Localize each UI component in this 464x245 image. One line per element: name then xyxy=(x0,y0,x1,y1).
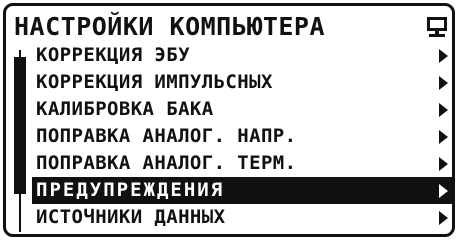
menu-item-label: ПОПРАВКА АНАЛОГ. ТЕРМ. xyxy=(36,152,297,174)
title-bar: НАСТРОЙКИ КОМПЬЮТЕРА xyxy=(10,12,450,42)
lcd-screen: НАСТРОЙКИ КОМПЬЮТЕРА КОРРЕКЦИЯ ЭБУ КОРРЕ… xyxy=(3,3,455,237)
menu-item-label: КОРРЕКЦИЯ ЭБУ xyxy=(36,44,190,66)
chevron-right-icon xyxy=(439,130,448,144)
chevron-right-icon xyxy=(439,49,448,63)
menu-item-warnings[interactable]: ПРЕДУПРЕЖДЕНИЯ xyxy=(32,177,452,204)
chevron-right-icon xyxy=(439,211,448,225)
menu-item-label: ИСТОЧНИКИ ДАННЫХ xyxy=(36,206,226,228)
menu-item-data-sources[interactable]: ИСТОЧНИКИ ДАННЫХ xyxy=(32,204,452,231)
computer-icon xyxy=(426,16,448,40)
scroll-thumb[interactable] xyxy=(14,57,26,194)
menu-item-pulse-correction[interactable]: КОРРЕКЦИЯ ИМПУЛЬСНЫХ xyxy=(32,69,452,96)
menu-item-analog-temp-fix[interactable]: ПОПРАВКА АНАЛОГ. ТЕРМ. xyxy=(32,150,452,177)
menu-item-label: КАЛИБРОВКА БАКА xyxy=(36,98,214,120)
chevron-right-icon xyxy=(439,103,448,117)
chevron-right-icon xyxy=(439,76,448,90)
page-title: НАСТРОЙКИ КОМПЬЮТЕРА xyxy=(14,12,326,41)
chevron-right-icon xyxy=(439,184,448,198)
menu-item-tank-calibration[interactable]: КАЛИБРОВКА БАКА xyxy=(32,96,452,123)
menu-item-label: КОРРЕКЦИЯ ИМПУЛЬСНЫХ xyxy=(36,71,273,93)
settings-menu: КОРРЕКЦИЯ ЭБУ КОРРЕКЦИЯ ИМПУЛЬСНЫХ КАЛИБ… xyxy=(32,42,452,231)
chevron-right-icon xyxy=(439,157,448,171)
menu-item-ecu-correction[interactable]: КОРРЕКЦИЯ ЭБУ xyxy=(32,42,452,69)
menu-item-label: ПОПРАВКА АНАЛОГ. НАПР. xyxy=(36,125,297,147)
menu-item-label: ПРЕДУПРЕЖДЕНИЯ xyxy=(36,179,225,201)
menu-item-analog-voltage-fix[interactable]: ПОПРАВКА АНАЛОГ. НАПР. xyxy=(32,123,452,150)
scrollbar[interactable] xyxy=(14,50,26,232)
